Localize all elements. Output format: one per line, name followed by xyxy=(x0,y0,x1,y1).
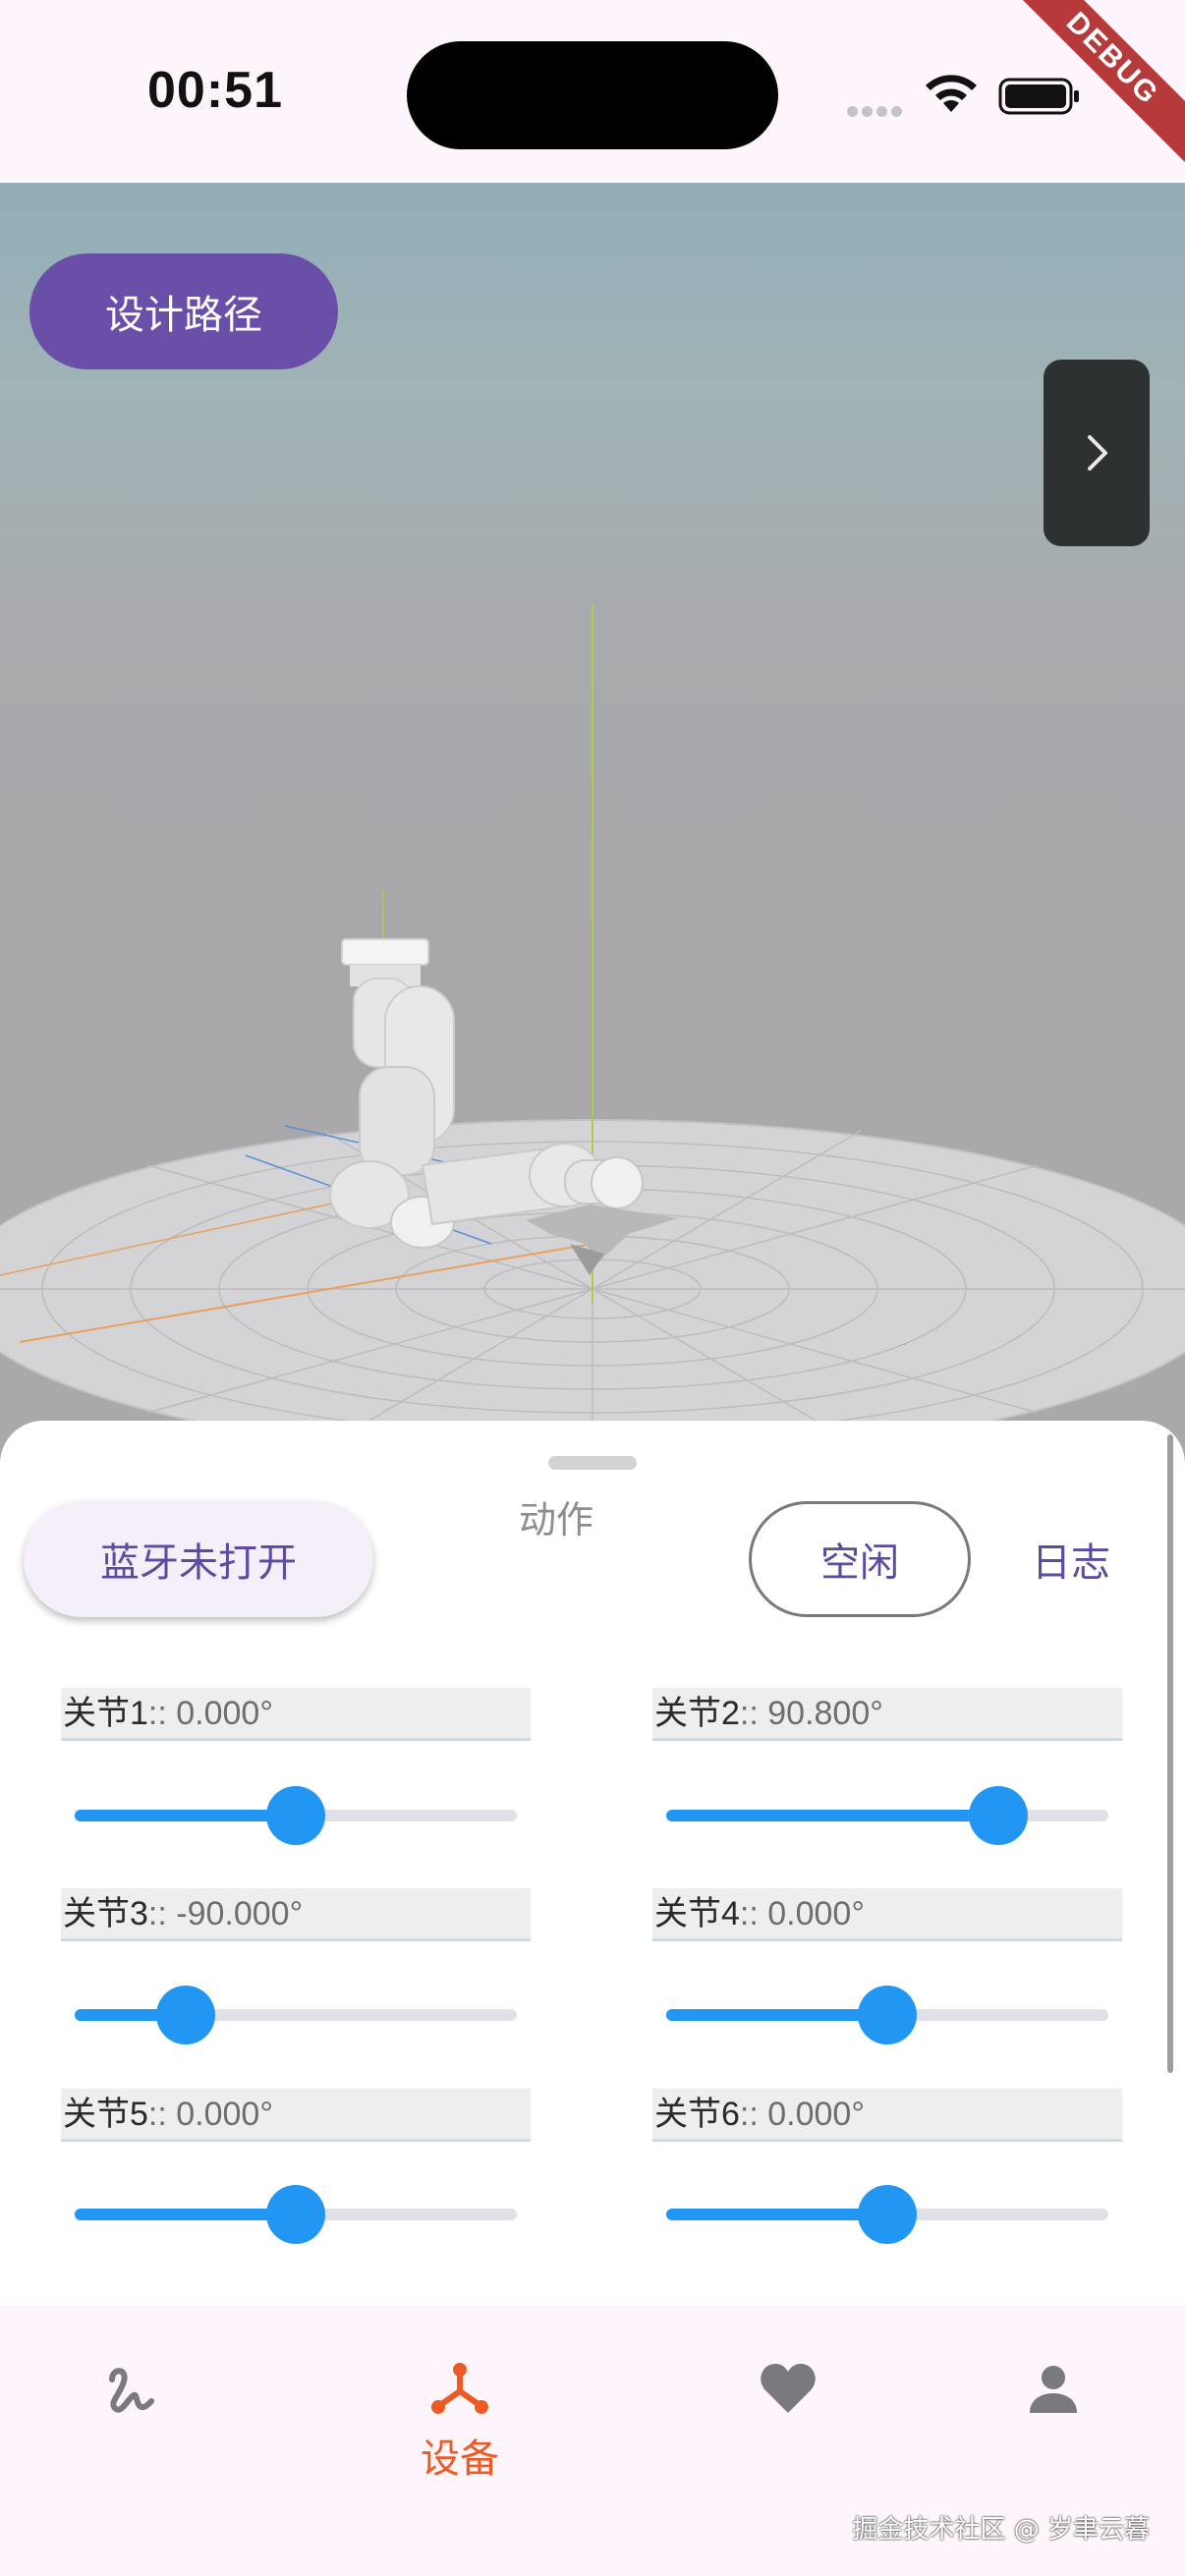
joint-3-value: :: -90.000° xyxy=(147,1895,304,1932)
panel-toggle-button[interactable] xyxy=(1044,360,1150,546)
joint-5-label: 关节5:: 0.000° xyxy=(61,2089,531,2142)
slider-fill xyxy=(666,2009,887,2021)
joint-5-slider[interactable] xyxy=(75,2185,517,2244)
heart-icon xyxy=(761,2364,816,2413)
slider-fill xyxy=(666,2209,887,2220)
squiggle-icon xyxy=(109,2368,154,2413)
joint-6-name: 关节6 xyxy=(654,2096,740,2133)
joint-3-label: 关节3:: -90.000° xyxy=(61,1888,531,1941)
joint-2-value: :: 90.800° xyxy=(739,1695,883,1732)
nav-item-path[interactable] xyxy=(31,2358,228,2505)
joint-1-slider[interactable] xyxy=(75,1786,517,1845)
joint-4-label: 关节4:: 0.000° xyxy=(652,1888,1122,1941)
nav-item-device[interactable]: 设备 xyxy=(362,2358,558,2505)
joint-6-slider[interactable] xyxy=(666,2185,1108,2244)
status-time: 00:51 xyxy=(147,62,283,119)
slider-fill xyxy=(75,1810,296,1821)
sheet-drag-handle[interactable] xyxy=(548,1456,637,1470)
chevron-right-icon xyxy=(1088,435,1107,471)
slider-thumb[interactable] xyxy=(968,1786,1028,1845)
joint-1-label: 关节1:: 0.000° xyxy=(61,1688,531,1741)
slider-thumb[interactable] xyxy=(858,1986,917,2044)
nav-item-profile[interactable] xyxy=(955,2358,1152,2505)
nav-item-favorites[interactable] xyxy=(690,2358,886,2505)
joint-3-name: 关节3 xyxy=(63,1895,148,1932)
joint-6-value: :: 0.000° xyxy=(739,2096,865,2133)
design-path-button[interactable]: 设计路径 xyxy=(29,253,338,369)
action-label: 动作 xyxy=(519,1498,594,1541)
joint-2-slider[interactable] xyxy=(666,1786,1108,1845)
joint-5-value: :: 0.000° xyxy=(147,2096,273,2133)
robot-arm-scene[interactable] xyxy=(0,183,1185,1480)
joint-1-value: :: 0.000° xyxy=(147,1695,273,1732)
slider-thumb[interactable] xyxy=(266,1786,325,1845)
joint-3-slider[interactable] xyxy=(75,1986,517,2044)
nav-label-device: 设备 xyxy=(421,2436,499,2482)
log-button[interactable]: 日志 xyxy=(1002,1519,1140,1599)
wifi-icon xyxy=(926,75,977,112)
state-button[interactable]: 空闲 xyxy=(749,1501,971,1617)
slider-thumb[interactable] xyxy=(266,2185,325,2244)
robot-3d-viewport[interactable]: 设计路径 xyxy=(0,183,1185,1480)
joint-4-slider[interactable] xyxy=(666,1986,1108,2044)
joint-5-name: 关节5 xyxy=(63,2096,148,2133)
slider-fill xyxy=(75,2209,296,2220)
person-icon xyxy=(1030,2366,1077,2413)
slider-thumb[interactable] xyxy=(155,1986,215,2044)
scrollbar[interactable] xyxy=(1167,1434,1173,2073)
joint-2-name: 关节2 xyxy=(654,1695,740,1732)
slider-thumb[interactable] xyxy=(858,2185,917,2244)
joint-6-label: 关节6:: 0.000° xyxy=(652,2089,1122,2142)
joint-4-name: 关节4 xyxy=(654,1895,740,1932)
watermark-text: 掘金技术社区 @ 岁聿云暮 xyxy=(852,2515,1150,2545)
status-bar: 00:51 DEBUG xyxy=(0,0,1185,183)
joint-2-label: 关节2:: 90.800° xyxy=(652,1688,1122,1741)
bluetooth-button[interactable]: 蓝牙未打开 xyxy=(24,1501,373,1617)
control-bottom-sheet: 蓝牙未打开 动作 空闲 日志 关节1:: 0.000° 关节2:: 90.800… xyxy=(0,1421,1185,2305)
signal-dots-icon xyxy=(847,102,908,117)
app-screen: 00:51 DEBUG 设计路径 蓝牙未打开 动作 空闲 日志 关节1:: 0.… xyxy=(0,0,1185,2576)
joint-1-name: 关节1 xyxy=(63,1695,148,1732)
battery-icon xyxy=(998,78,1079,115)
bottom-navigation-bar: 设备 掘金技术社区 @ 岁聿云暮 xyxy=(0,2305,1185,2576)
joint-4-value: :: 0.000° xyxy=(739,1895,865,1932)
slider-fill xyxy=(666,1810,998,1821)
dynamic-island xyxy=(407,41,778,149)
device-icon xyxy=(431,2363,488,2414)
